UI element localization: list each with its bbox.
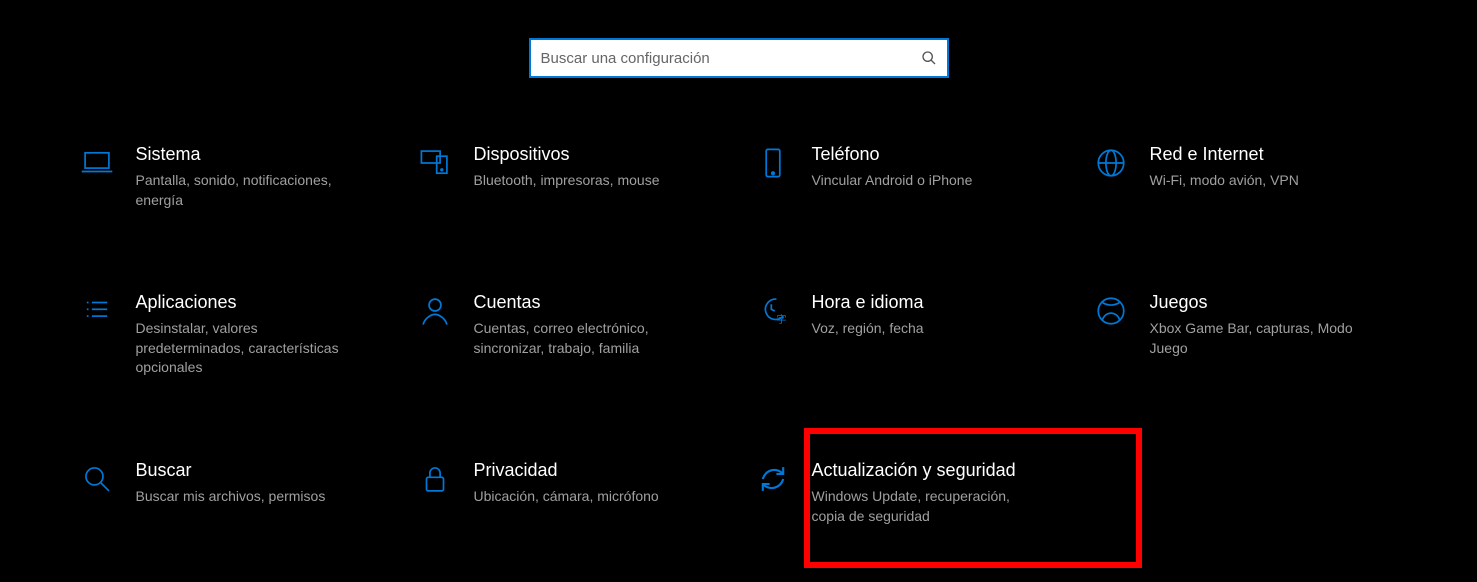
tile-sub: Wi-Fi, modo avión, VPN — [1150, 171, 1360, 191]
tile-dispositivos[interactable]: Dispositivos Bluetooth, impresoras, mous… — [410, 138, 730, 216]
tile-privacidad[interactable]: Privacidad Ubicación, cámara, micrófono — [410, 454, 730, 532]
tile-sub: Bluetooth, impresoras, mouse — [474, 171, 684, 191]
update-icon — [754, 460, 792, 498]
tile-title: Buscar — [136, 460, 386, 481]
tile-title: Aplicaciones — [136, 292, 386, 313]
person-icon — [416, 292, 454, 330]
tile-sub: Windows Update, recuperación, copia de s… — [812, 487, 1022, 526]
search-input[interactable] — [541, 50, 921, 67]
tile-title: Privacidad — [474, 460, 724, 481]
phone-icon — [754, 144, 792, 182]
settings-grid: Sistema Pantalla, sonido, notificaciones… — [0, 118, 1477, 532]
globe-icon — [1092, 144, 1130, 182]
tile-title: Actualización y seguridad — [812, 460, 1062, 481]
tile-hora[interactable]: 字 Hora e idioma Voz, región, fecha — [748, 286, 1068, 384]
tile-sub: Voz, región, fecha — [812, 319, 1022, 339]
tile-actualizacion[interactable]: Actualización y seguridad Windows Update… — [748, 454, 1068, 532]
tile-telefono[interactable]: Teléfono Vincular Android o iPhone — [748, 138, 1068, 216]
tile-title: Teléfono — [812, 144, 1062, 165]
tile-juegos[interactable]: Juegos Xbox Game Bar, capturas, Modo Jue… — [1086, 286, 1406, 384]
tile-sub: Cuentas, correo electrónico, sincronizar… — [474, 319, 684, 358]
xbox-icon — [1092, 292, 1130, 330]
tile-sub: Vincular Android o iPhone — [812, 171, 1022, 191]
svg-text:字: 字 — [776, 313, 786, 326]
tile-sub: Buscar mis archivos, permisos — [136, 487, 346, 507]
search-icon — [921, 50, 937, 66]
search-box[interactable] — [529, 38, 949, 78]
tile-title: Dispositivos — [474, 144, 724, 165]
devices-icon — [416, 144, 454, 182]
lock-icon — [416, 460, 454, 498]
tile-sub: Ubicación, cámara, micrófono — [474, 487, 684, 507]
tile-cuentas[interactable]: Cuentas Cuentas, correo electrónico, sin… — [410, 286, 730, 384]
tile-title: Sistema — [136, 144, 386, 165]
tile-buscar[interactable]: Buscar Buscar mis archivos, permisos — [72, 454, 392, 532]
tile-sub: Xbox Game Bar, capturas, Modo Juego — [1150, 319, 1360, 358]
tile-sub: Pantalla, sonido, notificaciones, energí… — [136, 171, 346, 210]
tile-title: Cuentas — [474, 292, 724, 313]
tile-sistema[interactable]: Sistema Pantalla, sonido, notificaciones… — [72, 138, 392, 216]
tile-red[interactable]: Red e Internet Wi-Fi, modo avión, VPN — [1086, 138, 1406, 216]
apps-icon — [78, 292, 116, 330]
laptop-icon — [78, 144, 116, 182]
tile-title: Red e Internet — [1150, 144, 1400, 165]
tile-title: Hora e idioma — [812, 292, 1062, 313]
time-language-icon: 字 — [754, 292, 792, 330]
tile-sub: Desinstalar, valores predeterminados, ca… — [136, 319, 346, 378]
search-tile-icon — [78, 460, 116, 498]
tile-aplicaciones[interactable]: Aplicaciones Desinstalar, valores predet… — [72, 286, 392, 384]
tile-title: Juegos — [1150, 292, 1400, 313]
